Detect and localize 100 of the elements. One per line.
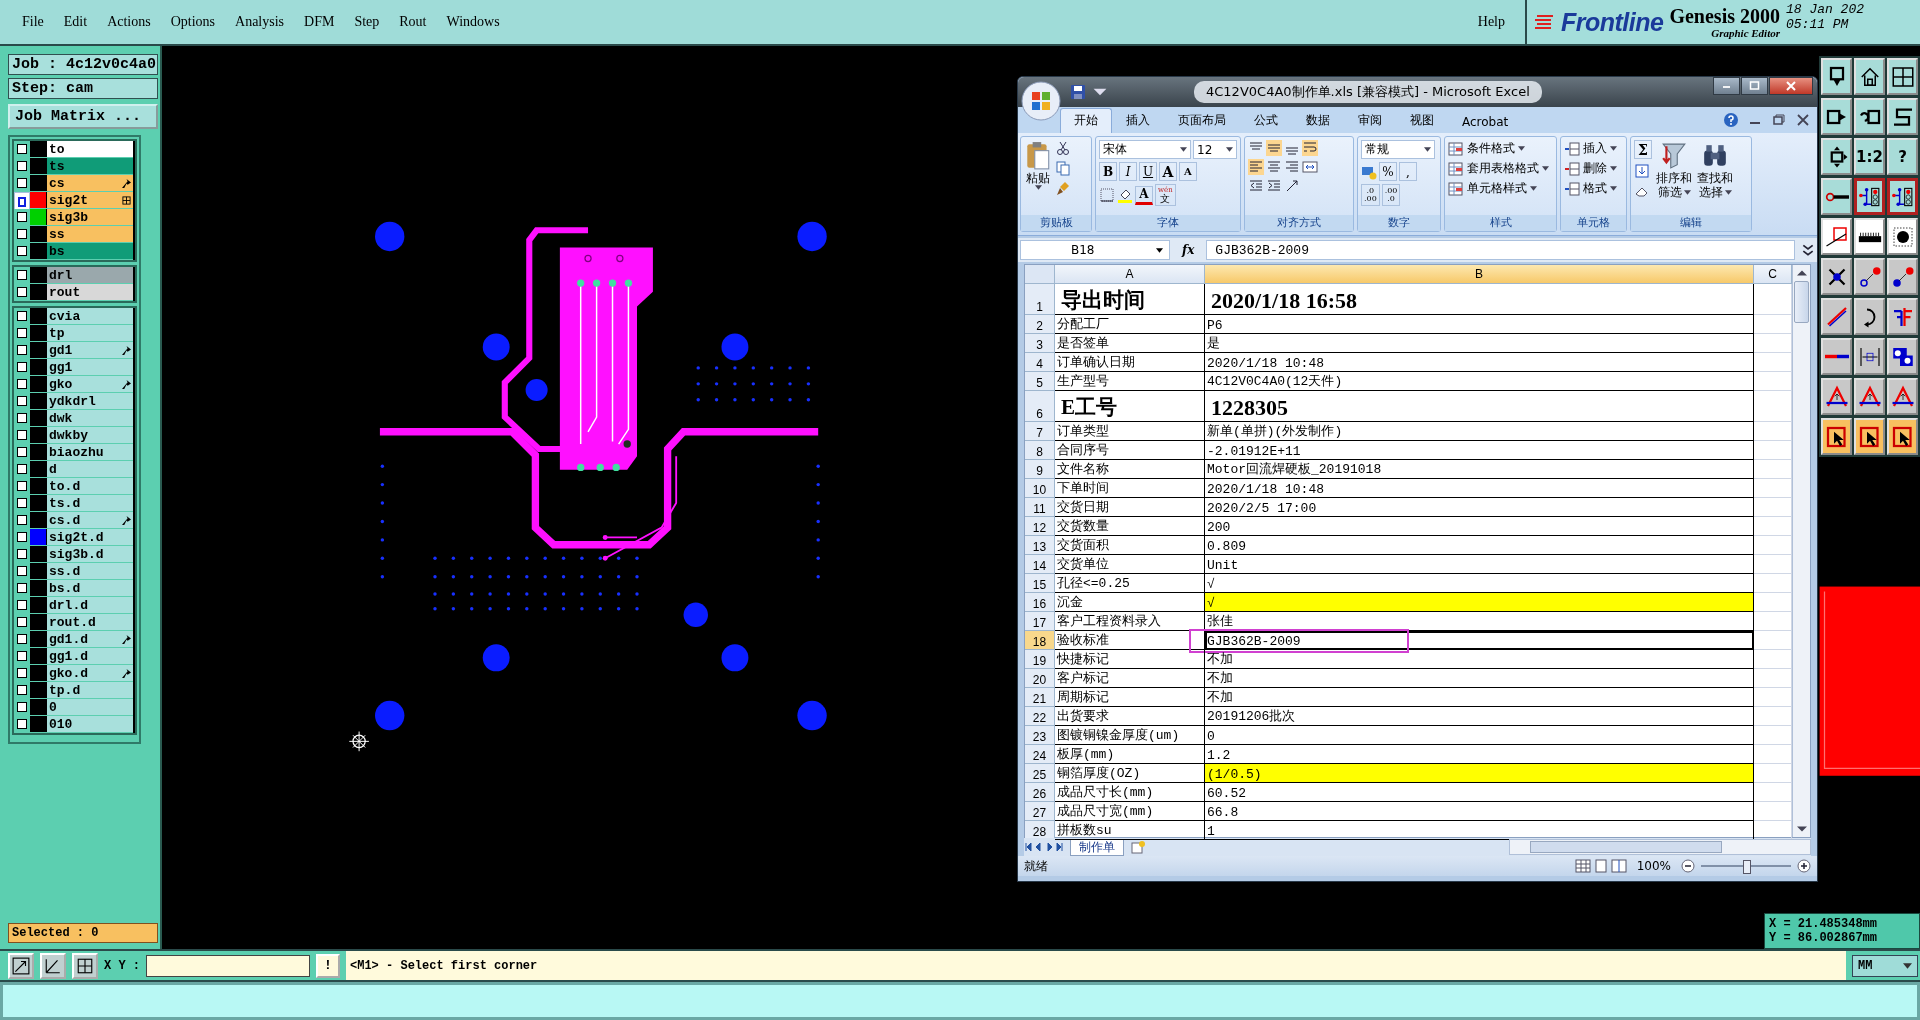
cells-menu-button[interactable]: 插入 bbox=[1564, 140, 1617, 157]
menu-item[interactable]: Rout bbox=[399, 14, 427, 30]
row-header[interactable]: 24 bbox=[1025, 745, 1055, 764]
menu-item[interactable]: Options bbox=[170, 14, 216, 30]
horizontal-scrollbar[interactable] bbox=[1509, 839, 1811, 855]
layer-name[interactable]: drl bbox=[46, 267, 133, 283]
menu-item[interactable]: DFM bbox=[304, 14, 335, 30]
layer-name[interactable]: dwk bbox=[46, 410, 133, 426]
layer-checkbox[interactable] bbox=[14, 444, 30, 460]
sheet-tab[interactable]: 制作单 bbox=[1070, 838, 1124, 856]
tool-button[interactable] bbox=[1887, 178, 1918, 215]
layer-name[interactable]: cs.d bbox=[46, 512, 133, 528]
layer-checkbox[interactable] bbox=[14, 478, 30, 494]
layer-name[interactable]: bs.d bbox=[46, 580, 133, 596]
format-button[interactable]: B bbox=[1099, 162, 1117, 181]
layer-name[interactable]: rout bbox=[46, 284, 133, 300]
layer-name[interactable]: bs bbox=[46, 243, 133, 259]
row-header[interactable]: 5 bbox=[1025, 372, 1055, 391]
expand-icon[interactable] bbox=[1801, 243, 1815, 257]
layer-name[interactable]: gd1.d bbox=[46, 631, 133, 647]
vertical-scrollbar[interactable] bbox=[1792, 265, 1810, 837]
layer-name[interactable]: ss.d bbox=[46, 563, 133, 579]
layer-name[interactable]: ss bbox=[46, 226, 133, 242]
align-icon[interactable] bbox=[1248, 159, 1264, 175]
row-header[interactable]: 19 bbox=[1025, 650, 1055, 669]
layer-name[interactable]: gg1.d bbox=[46, 648, 133, 664]
layer-checkbox[interactable] bbox=[14, 512, 30, 528]
layer-name[interactable]: tp.d bbox=[46, 682, 133, 698]
percent-button[interactable]: % bbox=[1379, 162, 1397, 181]
menu-item[interactable]: Windows bbox=[446, 14, 500, 30]
row-header[interactable]: 10 bbox=[1025, 479, 1055, 498]
layer-name[interactable]: tp bbox=[46, 325, 133, 341]
cells-menu-button[interactable]: 格式 bbox=[1564, 180, 1617, 197]
menu-item[interactable]: Step bbox=[354, 14, 380, 30]
tool-button[interactable] bbox=[1854, 178, 1885, 215]
row-header[interactable]: 25 bbox=[1025, 764, 1055, 783]
merge-icon[interactable] bbox=[1302, 159, 1318, 175]
layer-name[interactable]: sig2t.d bbox=[46, 529, 133, 545]
layer-checkbox[interactable] bbox=[14, 267, 30, 283]
menu-item[interactable]: Actions bbox=[107, 14, 151, 30]
insert-function-button[interactable]: fx bbox=[1176, 243, 1201, 257]
layer-checkbox[interactable] bbox=[14, 631, 30, 647]
coordinate-input[interactable] bbox=[146, 954, 310, 977]
page-layout-icon[interactable] bbox=[1592, 859, 1609, 873]
layer-checkbox[interactable] bbox=[14, 284, 30, 300]
row-header[interactable]: 21 bbox=[1025, 688, 1055, 707]
layer-name[interactable]: rout.d bbox=[46, 614, 133, 630]
menu-item[interactable]: Analysis bbox=[235, 14, 285, 30]
ribbon-tab[interactable]: Acrobat bbox=[1448, 111, 1523, 133]
layer-name[interactable]: to.d bbox=[46, 478, 133, 494]
row-header[interactable]: 12 bbox=[1025, 517, 1055, 536]
brush-icon[interactable] bbox=[1055, 180, 1071, 196]
layer-name[interactable]: sig2t bbox=[46, 192, 133, 208]
find-select-button[interactable]: 查找和 选择 bbox=[1696, 140, 1734, 201]
border-icon[interactable] bbox=[1099, 187, 1115, 203]
align-icon[interactable] bbox=[1266, 140, 1282, 156]
row-header[interactable]: 27 bbox=[1025, 802, 1055, 821]
layer-checkbox[interactable] bbox=[14, 716, 30, 732]
layer-checkbox[interactable] bbox=[14, 359, 30, 375]
layer-name[interactable]: drl.d bbox=[46, 597, 133, 613]
paste-button[interactable]: 粘贴 bbox=[1024, 140, 1052, 192]
layer-checkbox[interactable] bbox=[14, 410, 30, 426]
help-icon[interactable] bbox=[1723, 112, 1739, 128]
zoom-in-icon[interactable] bbox=[1797, 859, 1811, 873]
layer-name[interactable]: biaozhu bbox=[46, 444, 133, 460]
tool-button[interactable]: 1:2 bbox=[1854, 138, 1885, 175]
column-header[interactable]: B bbox=[1205, 265, 1754, 284]
layer-checkbox[interactable] bbox=[14, 393, 30, 409]
zoom-out-icon[interactable] bbox=[1681, 859, 1695, 873]
cells-menu-button[interactable]: 删除 bbox=[1564, 160, 1617, 177]
layer-name[interactable]: ydkdrl bbox=[46, 393, 133, 409]
layer-name[interactable]: gd1 bbox=[46, 342, 133, 358]
ribbon-tab[interactable]: 视图 bbox=[1396, 108, 1448, 133]
menu-item[interactable]: Help bbox=[1477, 14, 1505, 30]
decimal-button[interactable]: .0 .00 bbox=[1361, 184, 1380, 206]
row-header[interactable]: 17 bbox=[1025, 612, 1055, 631]
number-format-dropdown[interactable]: 常规 bbox=[1361, 140, 1435, 159]
layer-checkbox[interactable] bbox=[14, 342, 30, 358]
layer-checkbox[interactable] bbox=[14, 427, 30, 443]
row-header[interactable]: 11 bbox=[1025, 498, 1055, 517]
menu-item[interactable]: File bbox=[22, 14, 44, 30]
column-header[interactable]: A bbox=[1055, 265, 1205, 284]
style-menu-button[interactable]: 条件格式 bbox=[1448, 140, 1525, 157]
layer-checkbox[interactable] bbox=[14, 158, 30, 174]
sheet-navigation-icon[interactable] bbox=[1024, 842, 1064, 852]
comma-button[interactable]: , bbox=[1399, 162, 1417, 181]
layer-checkbox[interactable] bbox=[14, 243, 30, 259]
layer-checkbox[interactable] bbox=[14, 209, 30, 225]
row-header[interactable]: 3 bbox=[1025, 334, 1055, 353]
layer-name[interactable]: gko.d bbox=[46, 665, 133, 681]
row-header[interactable]: 23 bbox=[1025, 726, 1055, 745]
page-break-icon[interactable] bbox=[1610, 859, 1627, 873]
scroll-down-icon[interactable] bbox=[1796, 825, 1807, 833]
column-header[interactable]: C bbox=[1754, 265, 1792, 284]
layer-checkbox[interactable] bbox=[14, 614, 30, 630]
ribbon-tab[interactable]: 开始 bbox=[1060, 108, 1112, 133]
layer-checkbox[interactable] bbox=[14, 648, 30, 664]
row-header[interactable]: 9 bbox=[1025, 460, 1055, 479]
save-icon[interactable] bbox=[1070, 84, 1086, 100]
row-header[interactable]: 8 bbox=[1025, 441, 1055, 460]
